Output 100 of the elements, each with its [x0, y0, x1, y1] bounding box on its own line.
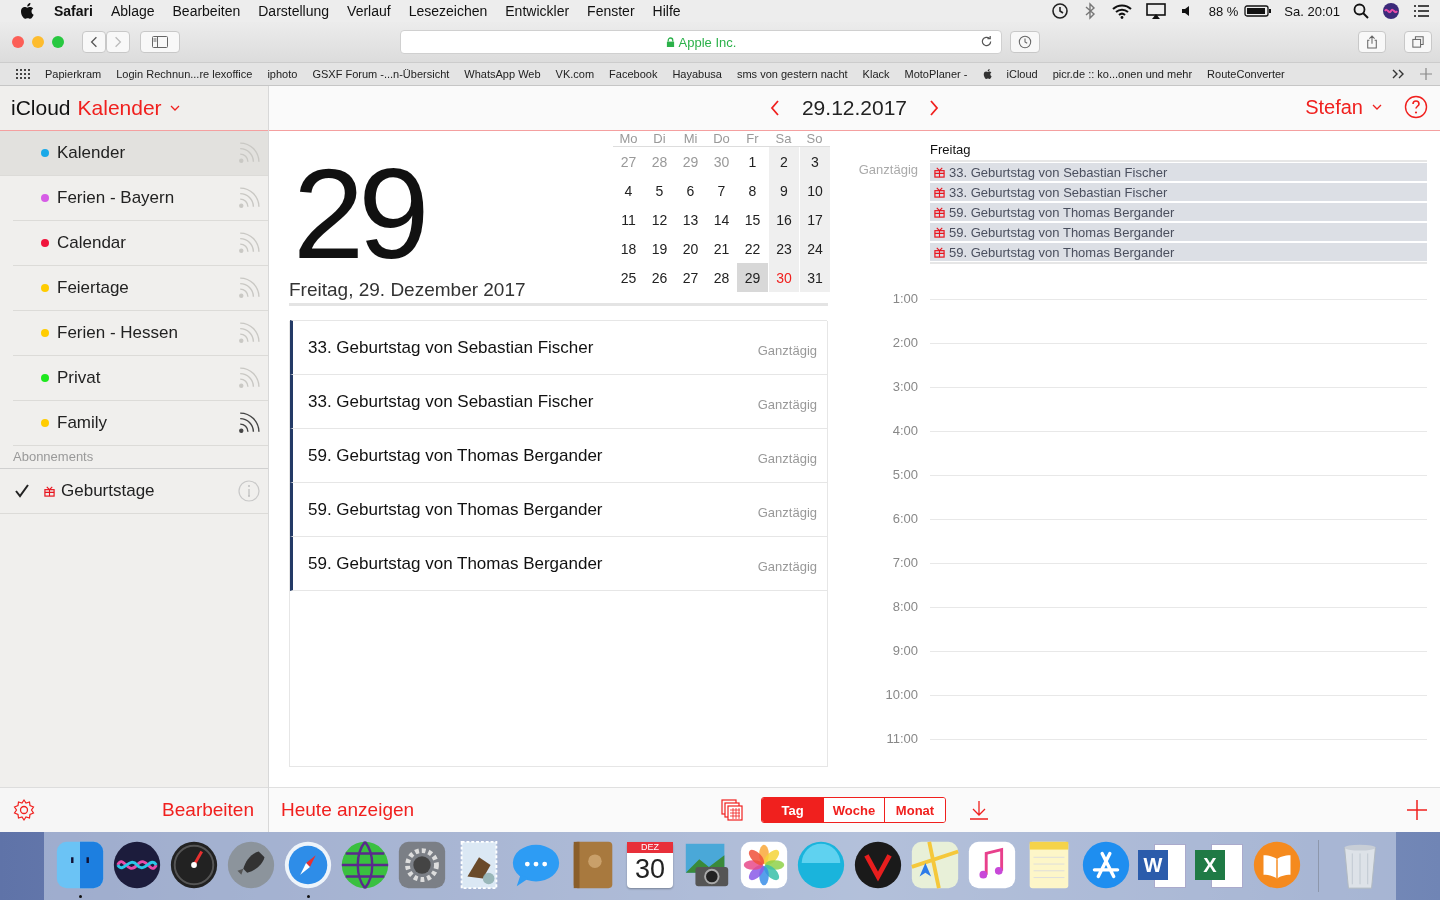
apple-icon[interactable]: [982, 69, 992, 79]
display-icon[interactable]: [1144, 2, 1167, 20]
clock-icon[interactable]: [1050, 2, 1069, 20]
bookmark-link[interactable]: MotoPlaner -: [904, 68, 968, 80]
menu-item[interactable]: Ablage: [110, 3, 155, 19]
orb-icon[interactable]: [1382, 2, 1400, 20]
plus-icon[interactable]: [1420, 68, 1432, 80]
all-day-event[interactable]: 33. Geburtstag von Sebastian Fischer: [930, 183, 1427, 201]
add-icon[interactable]: [1406, 799, 1428, 821]
day-cell[interactable]: 1: [737, 147, 768, 176]
all-day-event[interactable]: 59. Geburtstag von Thomas Bergander: [930, 223, 1427, 241]
day-cell[interactable]: 14: [706, 205, 737, 234]
bookmark-link[interactable]: Hayabusa: [672, 68, 722, 80]
day-cell[interactable]: 17: [799, 205, 830, 234]
today-button[interactable]: Heute anzeigen: [281, 799, 415, 821]
day-cell[interactable]: 4: [613, 176, 644, 205]
menu-item[interactable]: Safari: [54, 3, 93, 19]
calendar-item[interactable]: Privat: [13, 356, 268, 401]
menu-item[interactable]: Lesezeichen: [408, 3, 488, 19]
day-cell[interactable]: 10: [799, 176, 830, 205]
bookmark-link[interactable]: Login Rechnun...re lexoffice: [116, 68, 253, 80]
day-cell[interactable]: 20: [675, 234, 706, 263]
calendar-item[interactable]: Family: [13, 401, 268, 446]
day-cell[interactable]: 3: [799, 147, 830, 176]
day-cell[interactable]: 18: [613, 234, 644, 263]
help-icon[interactable]: [1404, 95, 1428, 119]
menu-item[interactable]: Entwickler: [505, 3, 570, 19]
day-cell[interactable]: 2: [768, 147, 799, 176]
menu-item[interactable]: Darstellung: [258, 3, 330, 19]
day-cell[interactable]: 7: [706, 176, 737, 205]
menu-item[interactable]: Hilfe: [652, 3, 681, 19]
battery-icon[interactable]: [1244, 4, 1273, 18]
day-cell[interactable]: 13: [675, 205, 706, 234]
calendar-icon[interactable]: DEZ 30: [627, 842, 673, 888]
all-day-event[interactable]: 59. Geburtstag von Thomas Bergander: [930, 203, 1427, 221]
calendar-item[interactable]: Feiertage: [13, 266, 268, 311]
all-day-event[interactable]: 59. Geburtstag von Thomas Bergander: [930, 243, 1427, 261]
back-button[interactable]: [82, 31, 106, 53]
calendar-item[interactable]: Ferien - Bayern: [13, 176, 268, 221]
tabs-button[interactable]: [1404, 31, 1432, 53]
bookmark-link[interactable]: sms von gestern nacht: [736, 68, 848, 80]
menu-item[interactable]: Bearbeiten: [172, 3, 241, 19]
apple-icon[interactable]: [20, 3, 34, 19]
view-tab[interactable]: Woche: [823, 798, 884, 822]
bookmark-link[interactable]: Facebook: [609, 68, 658, 80]
day-cell[interactable]: 27: [675, 263, 706, 292]
view-tab[interactable]: Tag: [762, 798, 823, 822]
day-cell[interactable]: 29: [737, 263, 768, 292]
app-menu-button[interactable]: Kalender: [77, 96, 180, 120]
bookmark-link[interactable]: picr.de :: ko...onen und mehr: [1052, 68, 1193, 80]
day-cell[interactable]: 30: [768, 263, 799, 292]
day-cell[interactable]: 15: [737, 205, 768, 234]
day-cell[interactable]: 21: [706, 234, 737, 263]
day-cell[interactable]: 12: [644, 205, 675, 234]
day-cell[interactable]: 22: [737, 234, 768, 263]
bookmark-link[interactable]: WhatsApp Web: [464, 68, 541, 80]
day-cell[interactable]: 11: [613, 205, 644, 234]
day-cell[interactable]: 25: [613, 263, 644, 292]
calendar-item[interactable]: Calendar: [13, 221, 268, 266]
checkmark-icon[interactable]: [14, 483, 30, 499]
day-cell[interactable]: 6: [675, 176, 706, 205]
menu-clock[interactable]: Sa. 20:01: [1284, 3, 1340, 19]
calendar-item[interactable]: Kalender: [0, 131, 268, 176]
day-cell[interactable]: 9: [768, 176, 799, 205]
bookmark-link[interactable]: Klack: [862, 68, 890, 80]
list-icon[interactable]: [1412, 2, 1430, 20]
sidebar-button[interactable]: [140, 31, 180, 53]
download-icon[interactable]: [968, 799, 990, 821]
day-cell[interactable]: 19: [644, 234, 675, 263]
reload-icon[interactable]: [980, 35, 993, 48]
next-day-button[interactable]: [929, 100, 940, 116]
menu-item[interactable]: Fenster: [587, 3, 635, 19]
history-button[interactable]: [1010, 31, 1040, 53]
day-cell[interactable]: 16: [768, 205, 799, 234]
grid-icon[interactable]: [16, 69, 30, 79]
menu-item[interactable]: Verlauf: [347, 3, 391, 19]
settings-icon[interactable]: [12, 798, 36, 822]
edit-button[interactable]: Bearbeiten: [162, 799, 254, 821]
previous-day-button[interactable]: [769, 100, 780, 116]
bookmark-link[interactable]: iCloud: [1006, 68, 1038, 80]
bookmark-link[interactable]: iphoto: [267, 68, 298, 80]
calendar-stack-icon[interactable]: [721, 799, 743, 821]
day-cell[interactable]: 23: [768, 234, 799, 263]
user-menu-button[interactable]: Stefan: [1305, 95, 1382, 119]
day-cell[interactable]: 26: [644, 263, 675, 292]
event-item[interactable]: 33. Geburtstag von Sebastian Fischer Ganztägig: [290, 320, 827, 375]
share-icon[interactable]: [238, 412, 260, 434]
calendar-item[interactable]: Ferien - Hessen: [13, 311, 268, 356]
all-day-event[interactable]: 33. Geburtstag von Sebastian Fischer: [930, 163, 1427, 181]
search-icon[interactable]: [1352, 2, 1370, 20]
view-tab[interactable]: Monat: [884, 798, 945, 822]
close-button[interactable]: [12, 36, 24, 48]
bookmark-link[interactable]: Papierkram: [45, 68, 102, 80]
bookmark-link[interactable]: RouteConverter: [1207, 68, 1285, 80]
day-cell[interactable]: 24: [799, 234, 830, 263]
chevrons-icon[interactable]: [1391, 69, 1405, 79]
day-cell[interactable]: 5: [644, 176, 675, 205]
day-cell[interactable]: 28: [706, 263, 737, 292]
event-item[interactable]: 59. Geburtstag von Thomas Bergander Ganztägig: [290, 536, 827, 591]
day-cell[interactable]: 31: [799, 263, 830, 292]
